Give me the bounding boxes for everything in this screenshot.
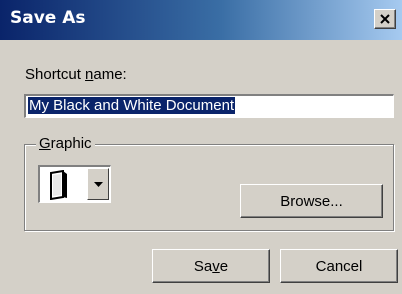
dropdown-arrow-button[interactable]: [87, 168, 109, 200]
close-icon: [380, 14, 390, 24]
title-bar[interactable]: Save As: [0, 0, 402, 40]
graphic-icon-dropdown[interactable]: [38, 165, 111, 203]
shortcut-name-label: Shortcut name:: [25, 66, 127, 83]
browse-button[interactable]: Browse...: [240, 184, 383, 218]
chevron-down-icon: [93, 181, 103, 187]
dialog-title: Save As: [10, 8, 86, 28]
graphic-group-label: Graphic: [36, 135, 95, 152]
shortcut-name-input[interactable]: My Black and White Document: [24, 94, 394, 118]
cancel-button[interactable]: Cancel: [280, 249, 398, 283]
save-button[interactable]: Sa v e: [152, 249, 270, 283]
close-button[interactable]: [374, 9, 396, 29]
shortcut-name-value: My Black and White Document: [28, 97, 236, 114]
save-as-dialog: Save As Shortcut name: My Black and Whit…: [0, 0, 402, 294]
document-icon: [50, 170, 67, 200]
